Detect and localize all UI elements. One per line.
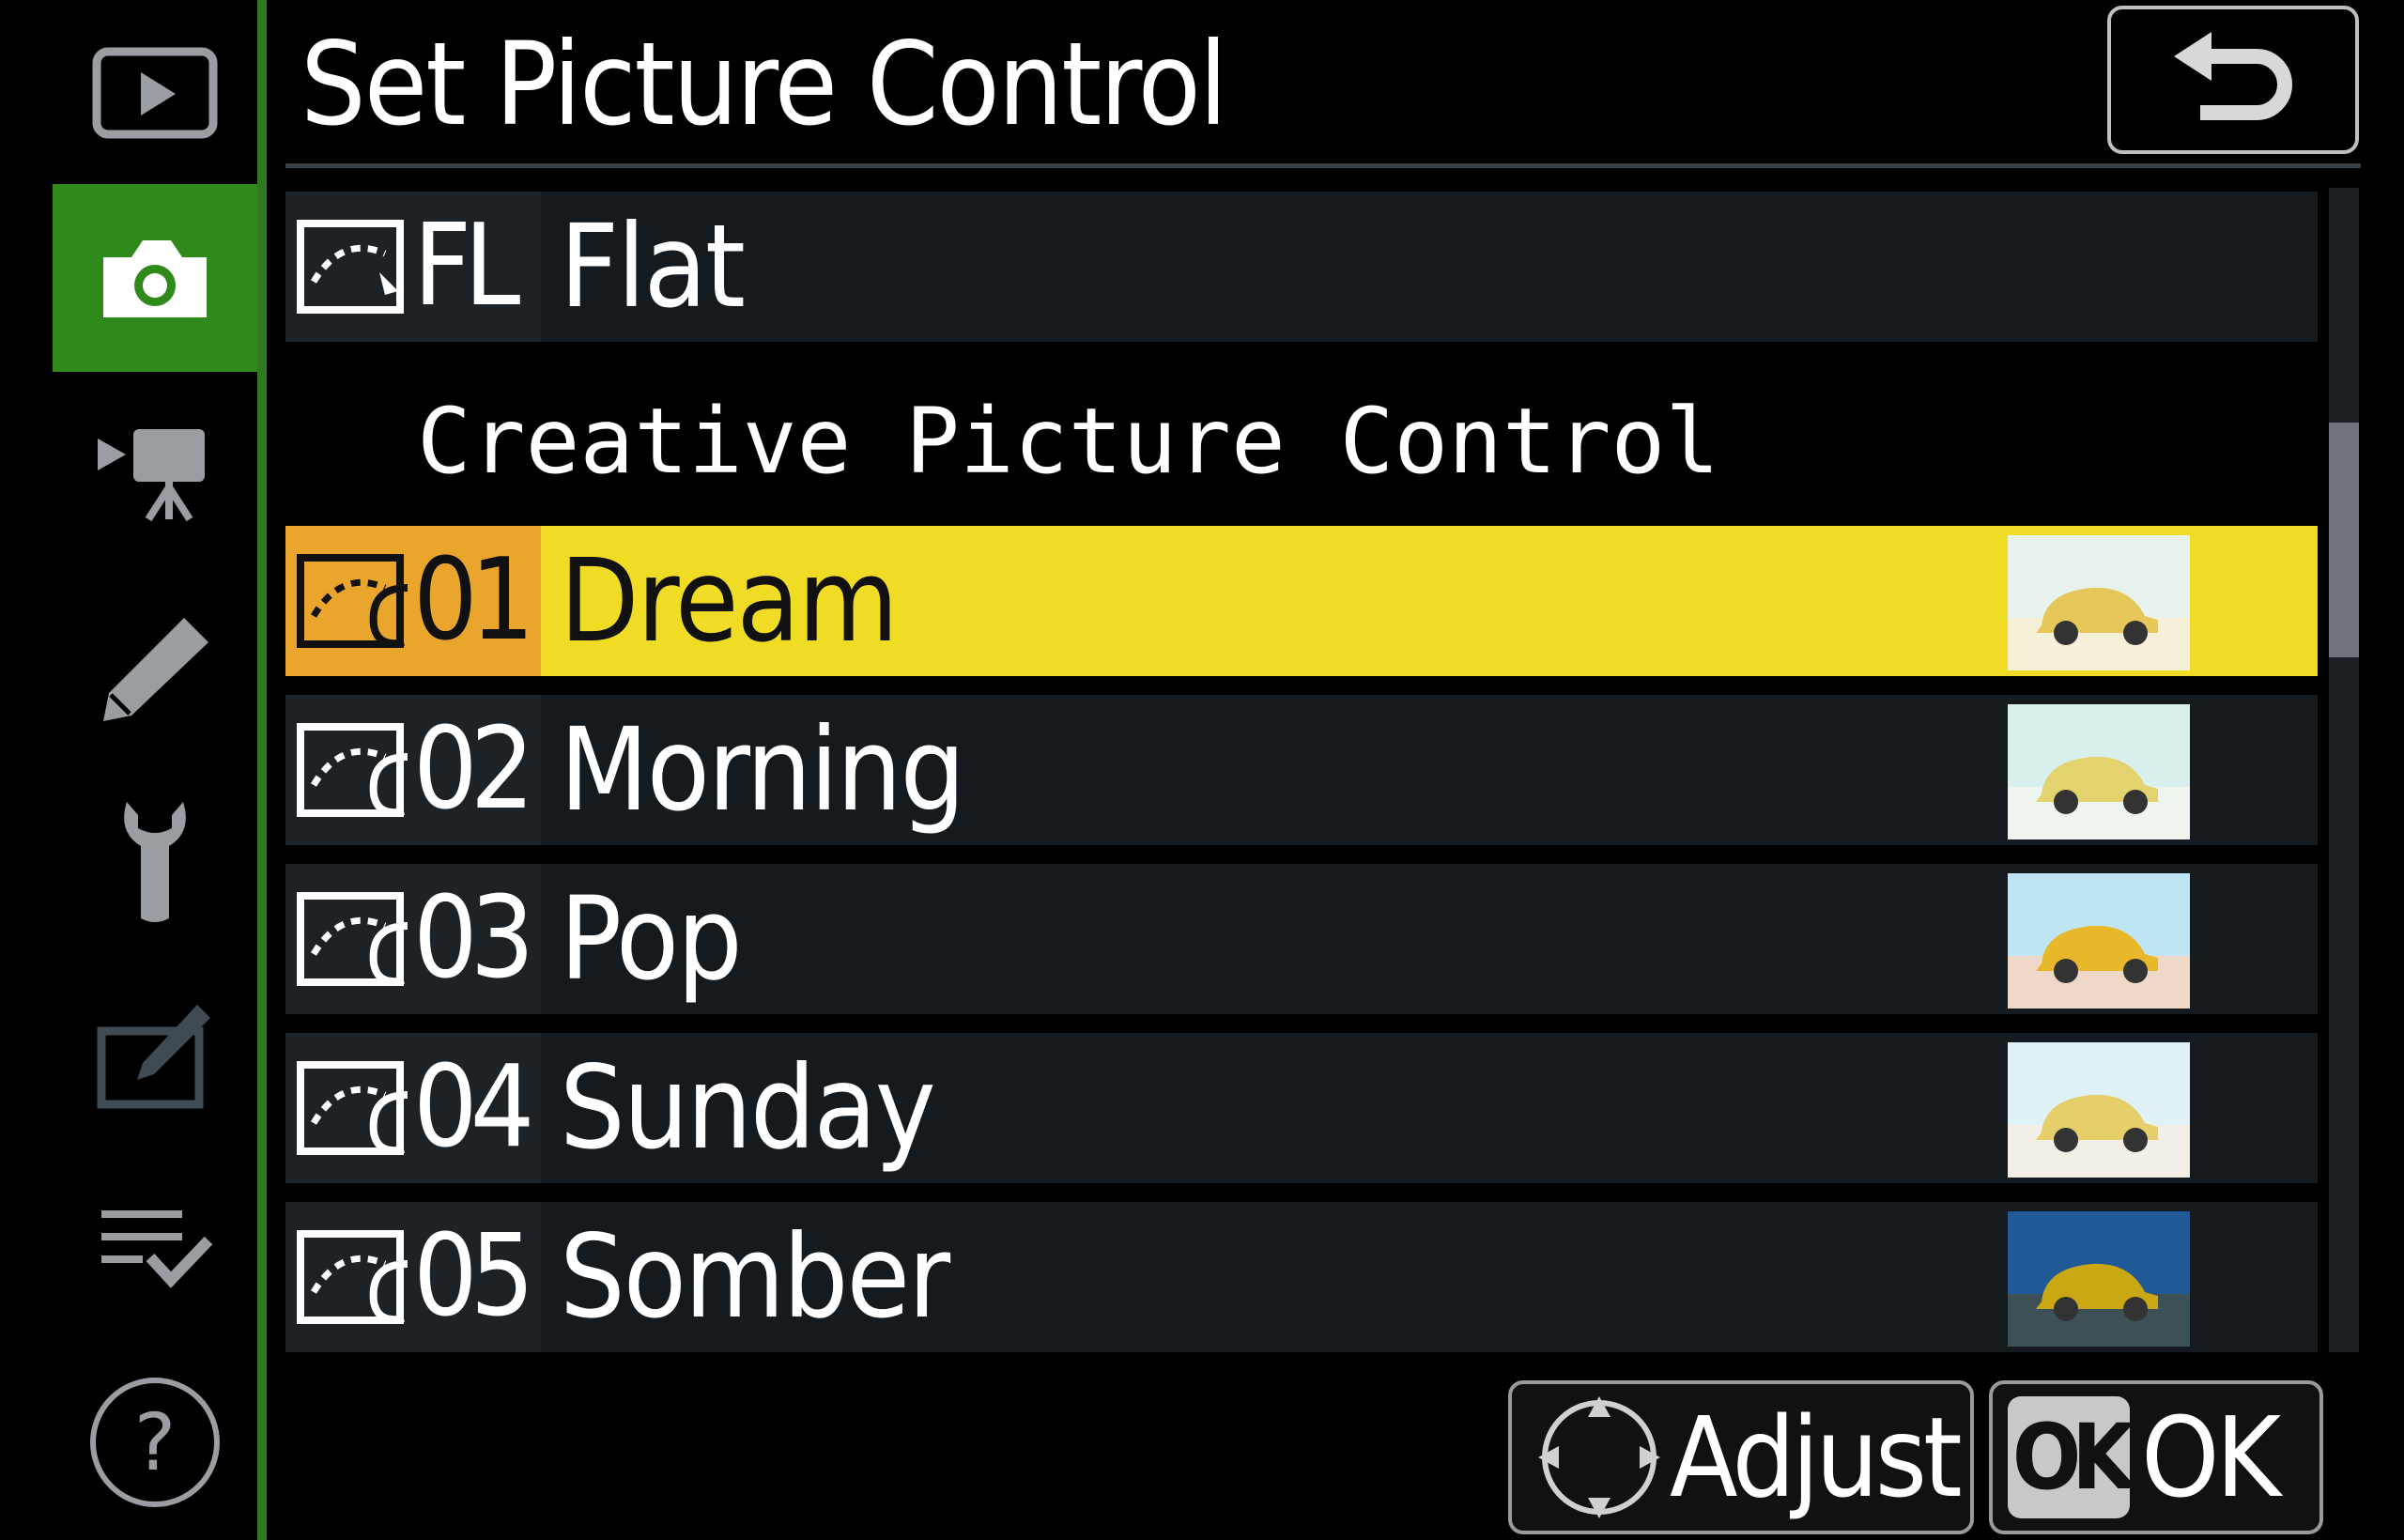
picture-control-name: Morning	[560, 703, 965, 837]
picture-control-badge: 02	[285, 695, 541, 845]
preview-thumbnail	[2008, 704, 2190, 839]
camera-icon	[103, 240, 207, 317]
picture-control-code: 02	[413, 704, 534, 835]
retouch-icon	[97, 1005, 210, 1109]
adjust-button[interactable]: Adjust	[1508, 1380, 1974, 1534]
picture-control-name: Sunday	[560, 1041, 936, 1175]
creative-picture-control-icon	[297, 892, 408, 986]
picture-control-name: Dream	[560, 534, 899, 668]
picture-control-row[interactable]: 02 Morning	[285, 695, 2318, 845]
picture-control-row[interactable]: 01 Dream	[285, 526, 2318, 676]
creative-picture-control-icon	[297, 1061, 408, 1155]
movie-shooting-menu-tab[interactable]	[53, 379, 257, 567]
picture-control-badge: 03	[285, 864, 541, 1014]
section-heading: Creative Picture Control	[417, 389, 1720, 494]
adjust-label: Adjust	[1670, 1393, 1963, 1522]
picture-control-badge: 01	[285, 526, 541, 676]
multi-selector-icon	[1538, 1396, 1660, 1518]
svg-text:?: ?	[134, 1396, 177, 1488]
picture-control-code: 05	[413, 1211, 534, 1342]
scrollbar-track[interactable]	[2329, 188, 2359, 1352]
custom-settings-menu-tab[interactable]	[53, 573, 257, 761]
wrench-icon	[124, 802, 186, 922]
picture-control-row[interactable]: 05 Somber	[285, 1202, 2318, 1352]
picture-control-code: FL	[413, 201, 520, 331]
creative-picture-control-icon	[297, 554, 408, 648]
picture-control-badge: FL	[285, 192, 541, 342]
ok-button[interactable]: OK OK	[1989, 1380, 2323, 1534]
pencil-icon	[103, 618, 208, 721]
picture-control-icon	[297, 220, 404, 314]
scrollbar-thumb[interactable]	[2329, 423, 2359, 657]
back-button[interactable]	[2107, 6, 2359, 154]
my-menu-tab[interactable]	[53, 1157, 257, 1345]
retouch-menu-tab[interactable]	[53, 962, 257, 1149]
creative-picture-control-icon	[297, 1230, 408, 1324]
picture-control-name: Pop	[560, 872, 743, 1006]
sidebar-divider	[257, 0, 267, 1540]
preview-thumbnail	[2008, 873, 2190, 1009]
title-divider	[285, 163, 2361, 168]
picture-control-badge: 04	[285, 1033, 541, 1183]
preview-thumbnail	[2008, 535, 2190, 670]
setup-menu-tab[interactable]	[53, 766, 257, 954]
picture-control-name: Somber	[560, 1210, 950, 1344]
picture-control-row[interactable]: 03 Pop	[285, 864, 2318, 1014]
picture-control-code: 01	[413, 535, 534, 666]
playback-icon	[92, 47, 218, 139]
picture-control-name: Flat	[560, 200, 746, 333]
ok-label: OK	[2141, 1393, 2281, 1522]
preview-thumbnail	[2008, 1211, 2190, 1347]
ok-key-icon: OK	[2008, 1396, 2134, 1518]
menu-sidebar: ?	[0, 0, 267, 1540]
help-tab[interactable]: ?	[53, 1348, 257, 1536]
playback-menu-tab[interactable]	[53, 0, 257, 188]
photo-shooting-menu-tab[interactable]	[53, 184, 257, 372]
picture-control-code: 03	[413, 873, 534, 1004]
picture-control-flat[interactable]: FL Flat	[285, 192, 2318, 342]
picture-control-code: 04	[413, 1042, 534, 1173]
movie-camera-icon	[98, 429, 205, 522]
preview-thumbnail	[2008, 1042, 2190, 1178]
picture-control-row[interactable]: 04 Sunday	[285, 1033, 2318, 1183]
creative-picture-control-icon	[297, 723, 408, 817]
my-menu-icon	[101, 1210, 213, 1288]
help-icon: ?	[90, 1378, 220, 1507]
page-title: Set Picture Control	[300, 18, 1227, 151]
picture-control-badge: 05	[285, 1202, 541, 1352]
return-arrow-icon	[2174, 32, 2292, 120]
